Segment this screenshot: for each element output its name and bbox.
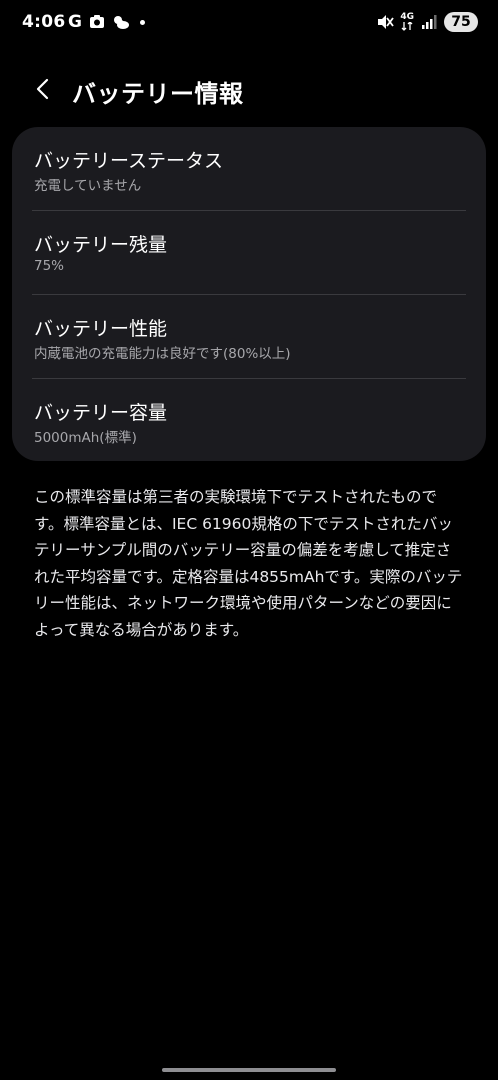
capacity-description: この標準容量は第三者の実験環境下でテストされたものです。標準容量とは、IEC 6…	[34, 488, 463, 639]
item-title: バッテリー残量	[34, 234, 168, 256]
app-icon	[88, 13, 106, 31]
item-value: 内蔵電池の充電能力は良好です(80%以上)	[34, 346, 291, 362]
network-label: 4G	[400, 12, 414, 22]
list-item-battery-capacity: バッテリー容量 5000mAh(標準)	[12, 379, 486, 461]
list-item-battery-status: バッテリーステータス 充電していません	[12, 127, 486, 210]
header: バッテリー情報	[0, 66, 498, 112]
chevron-left-icon	[36, 78, 49, 100]
item-title: バッテリー性能	[34, 318, 168, 340]
back-button[interactable]	[26, 72, 60, 106]
list-item-battery-level: バッテリー残量 75%	[12, 211, 486, 294]
mute-icon	[376, 13, 395, 31]
signal-icon	[420, 13, 438, 31]
battery-info-card: バッテリーステータス 充電していません バッテリー残量 75% バッテリー性能 …	[12, 127, 486, 461]
status-notification-icons: G	[68, 12, 145, 32]
list-item-battery-performance: バッテリー性能 内蔵電池の充電能力は良好です(80%以上)	[12, 295, 486, 378]
page-title: バッテリー情報	[72, 80, 244, 108]
navigation-gesture-bar[interactable]	[162, 1068, 336, 1072]
item-value: 充電していません	[34, 178, 142, 194]
battery-icon: 75	[444, 12, 478, 32]
notification-dot-icon	[139, 19, 145, 25]
item-title: バッテリーステータス	[34, 150, 224, 172]
status-time: 4:06	[22, 12, 66, 32]
item-title: バッテリー容量	[34, 402, 168, 424]
weather-icon	[112, 13, 130, 31]
status-bar: 4:06 G 4G 75	[0, 0, 498, 46]
item-value: 5000mAh(標準)	[34, 430, 137, 446]
item-value: 75%	[34, 258, 65, 274]
network-4g-icon: 4G	[400, 13, 414, 31]
google-icon: G	[68, 12, 82, 32]
status-system-icons: 4G 75	[376, 12, 478, 32]
